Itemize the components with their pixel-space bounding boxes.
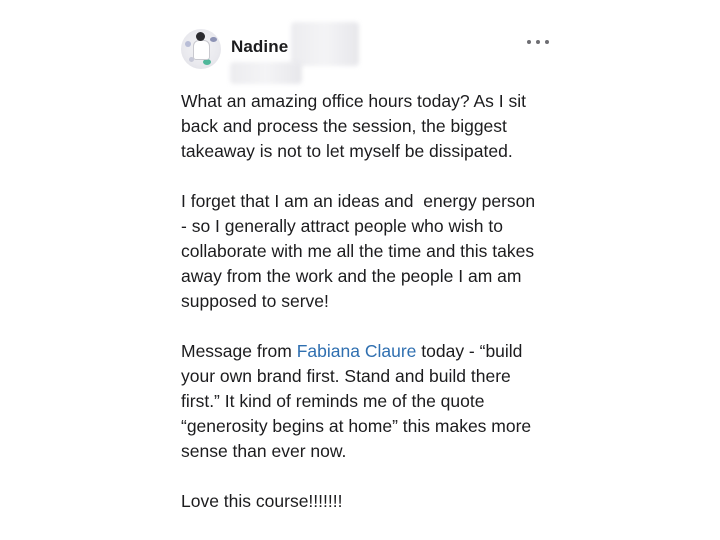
more-horizontal-icon: [545, 40, 549, 44]
avatar-decoration: [185, 41, 191, 47]
more-horizontal-icon: [527, 40, 531, 44]
post-body: What an amazing office hours today? As I…: [181, 89, 581, 539]
social-post: Nadine What an amazing office hours toda…: [0, 0, 720, 540]
author-name[interactable]: Nadine: [231, 37, 288, 57]
post-text-line: collaborate with me all the time and thi…: [181, 241, 535, 261]
post-text-line: What an amazing office hours today? As I…: [181, 91, 527, 111]
avatar-decoration: [210, 37, 217, 42]
post-paragraph: Love this course!!!!!!!: [181, 489, 581, 514]
post-text-segment: Message from: [181, 341, 297, 361]
avatar-figure-head: [196, 32, 205, 41]
post-text-line: first.” It kind of reminds me of the quo…: [181, 391, 485, 411]
post-text-line: Message from Fabiana Claure today - “bui…: [181, 339, 581, 364]
post-text-line: takeaway is not to let myself be dissipa…: [181, 141, 513, 161]
post-paragraph: What an amazing office hours today? As I…: [181, 89, 581, 164]
post-paragraph: I forget that I am an ideas and energy p…: [181, 189, 581, 314]
post-text-line: away from the work and the people I am a…: [181, 266, 522, 286]
post-text-segment: today - “build: [416, 341, 523, 361]
more-horizontal-icon: [536, 40, 540, 44]
mention-link[interactable]: Fabiana Claure: [297, 341, 417, 361]
post-text-line: “generosity begins at home” this makes m…: [181, 416, 532, 436]
redacted-area: [230, 62, 302, 84]
more-options-button[interactable]: [527, 34, 549, 50]
post-text-line: back and process the session, the bigges…: [181, 116, 507, 136]
avatar-figure-body: [193, 40, 210, 60]
post-text-line: Love this course!!!!!!!: [181, 491, 343, 511]
post-text-line: - so I generally attract people who wish…: [181, 216, 503, 236]
post-paragraph: Message from Fabiana Claure today - “bui…: [181, 339, 581, 464]
post-text-line: your own brand first. Stand and build th…: [181, 366, 511, 386]
post-text-line: I forget that I am an ideas and energy p…: [181, 191, 536, 211]
post-text-line: sense than ever now.: [181, 441, 347, 461]
post-text-line: supposed to serve!: [181, 291, 329, 311]
avatar[interactable]: [181, 29, 221, 69]
redacted-area: [291, 22, 359, 66]
